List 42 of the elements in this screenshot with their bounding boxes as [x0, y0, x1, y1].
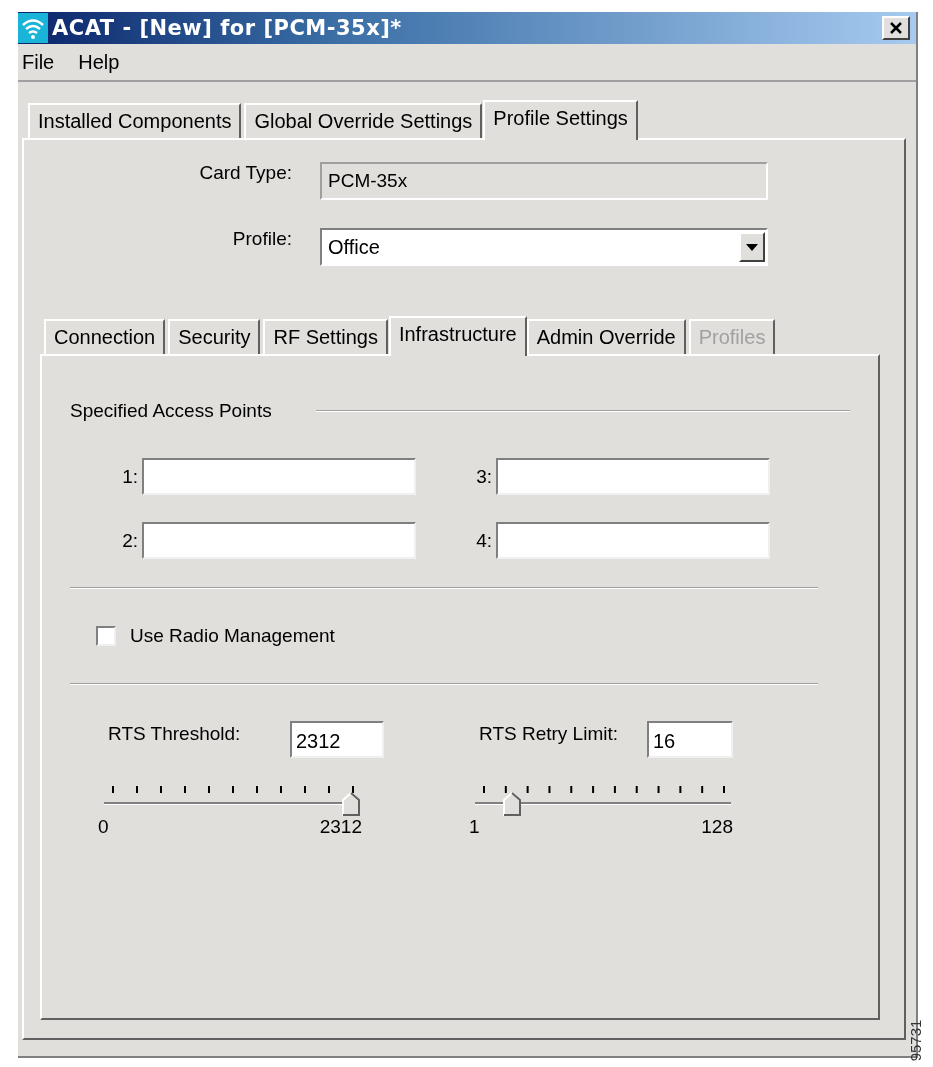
access-point-field[interactable]: [496, 522, 770, 559]
wifi-icon: [18, 13, 48, 43]
access-point-field[interactable]: [496, 458, 770, 495]
slider-max-label: 2312: [319, 816, 362, 838]
figure-number: 95731: [907, 1019, 925, 1062]
menu-item[interactable]: Help: [76, 50, 122, 74]
tab[interactable]: Infrastructure: [388, 316, 527, 356]
tab[interactable]: Installed Components: [28, 103, 242, 138]
field-label: 1:: [121, 465, 138, 488]
access-point-field[interactable]: [142, 458, 416, 495]
field-label: 4:: [475, 529, 492, 552]
field-label: 3:: [475, 465, 492, 488]
field-label: 2:: [121, 529, 138, 552]
slider-min-label: 1: [469, 816, 480, 838]
slider-thumb[interactable]: [503, 792, 522, 816]
field-label: Card Type:: [198, 162, 292, 184]
close-button[interactable]: [882, 16, 910, 40]
tab[interactable]: RF Settings: [263, 319, 388, 354]
dropdown-arrow-icon: [746, 243, 758, 251]
rts-value-field[interactable]: 2312: [290, 721, 384, 758]
access-point-field[interactable]: [142, 522, 416, 559]
tab: Profiles: [688, 319, 776, 354]
tab[interactable]: Connection: [44, 319, 166, 354]
card-type-field: PCM-35x: [320, 162, 768, 200]
rts-value-field[interactable]: 16: [647, 721, 733, 758]
slider-thumb[interactable]: [342, 792, 360, 816]
tab[interactable]: Global Override Settings: [244, 103, 483, 138]
menu-item[interactable]: File: [20, 50, 57, 74]
checkbox-label: Use Radio Management: [130, 625, 335, 647]
group-title: Specified Access Points: [70, 400, 272, 422]
slider-min-label: 0: [98, 816, 109, 838]
slider-max-label: 128: [701, 816, 733, 838]
field-label: RTS Retry Limit:: [479, 723, 618, 745]
close-icon: [889, 21, 903, 35]
field-label: RTS Threshold:: [108, 723, 241, 745]
field-label: Profile:: [231, 228, 292, 250]
tab[interactable]: Admin Override: [526, 319, 686, 354]
tab[interactable]: Profile Settings: [483, 100, 638, 140]
window-title: ACAT - [New] for [PCM-35x]*: [52, 16, 403, 40]
tab[interactable]: Security: [168, 319, 261, 354]
checkbox[interactable]: [96, 626, 116, 646]
profile-dropdown[interactable]: Office: [320, 228, 768, 266]
